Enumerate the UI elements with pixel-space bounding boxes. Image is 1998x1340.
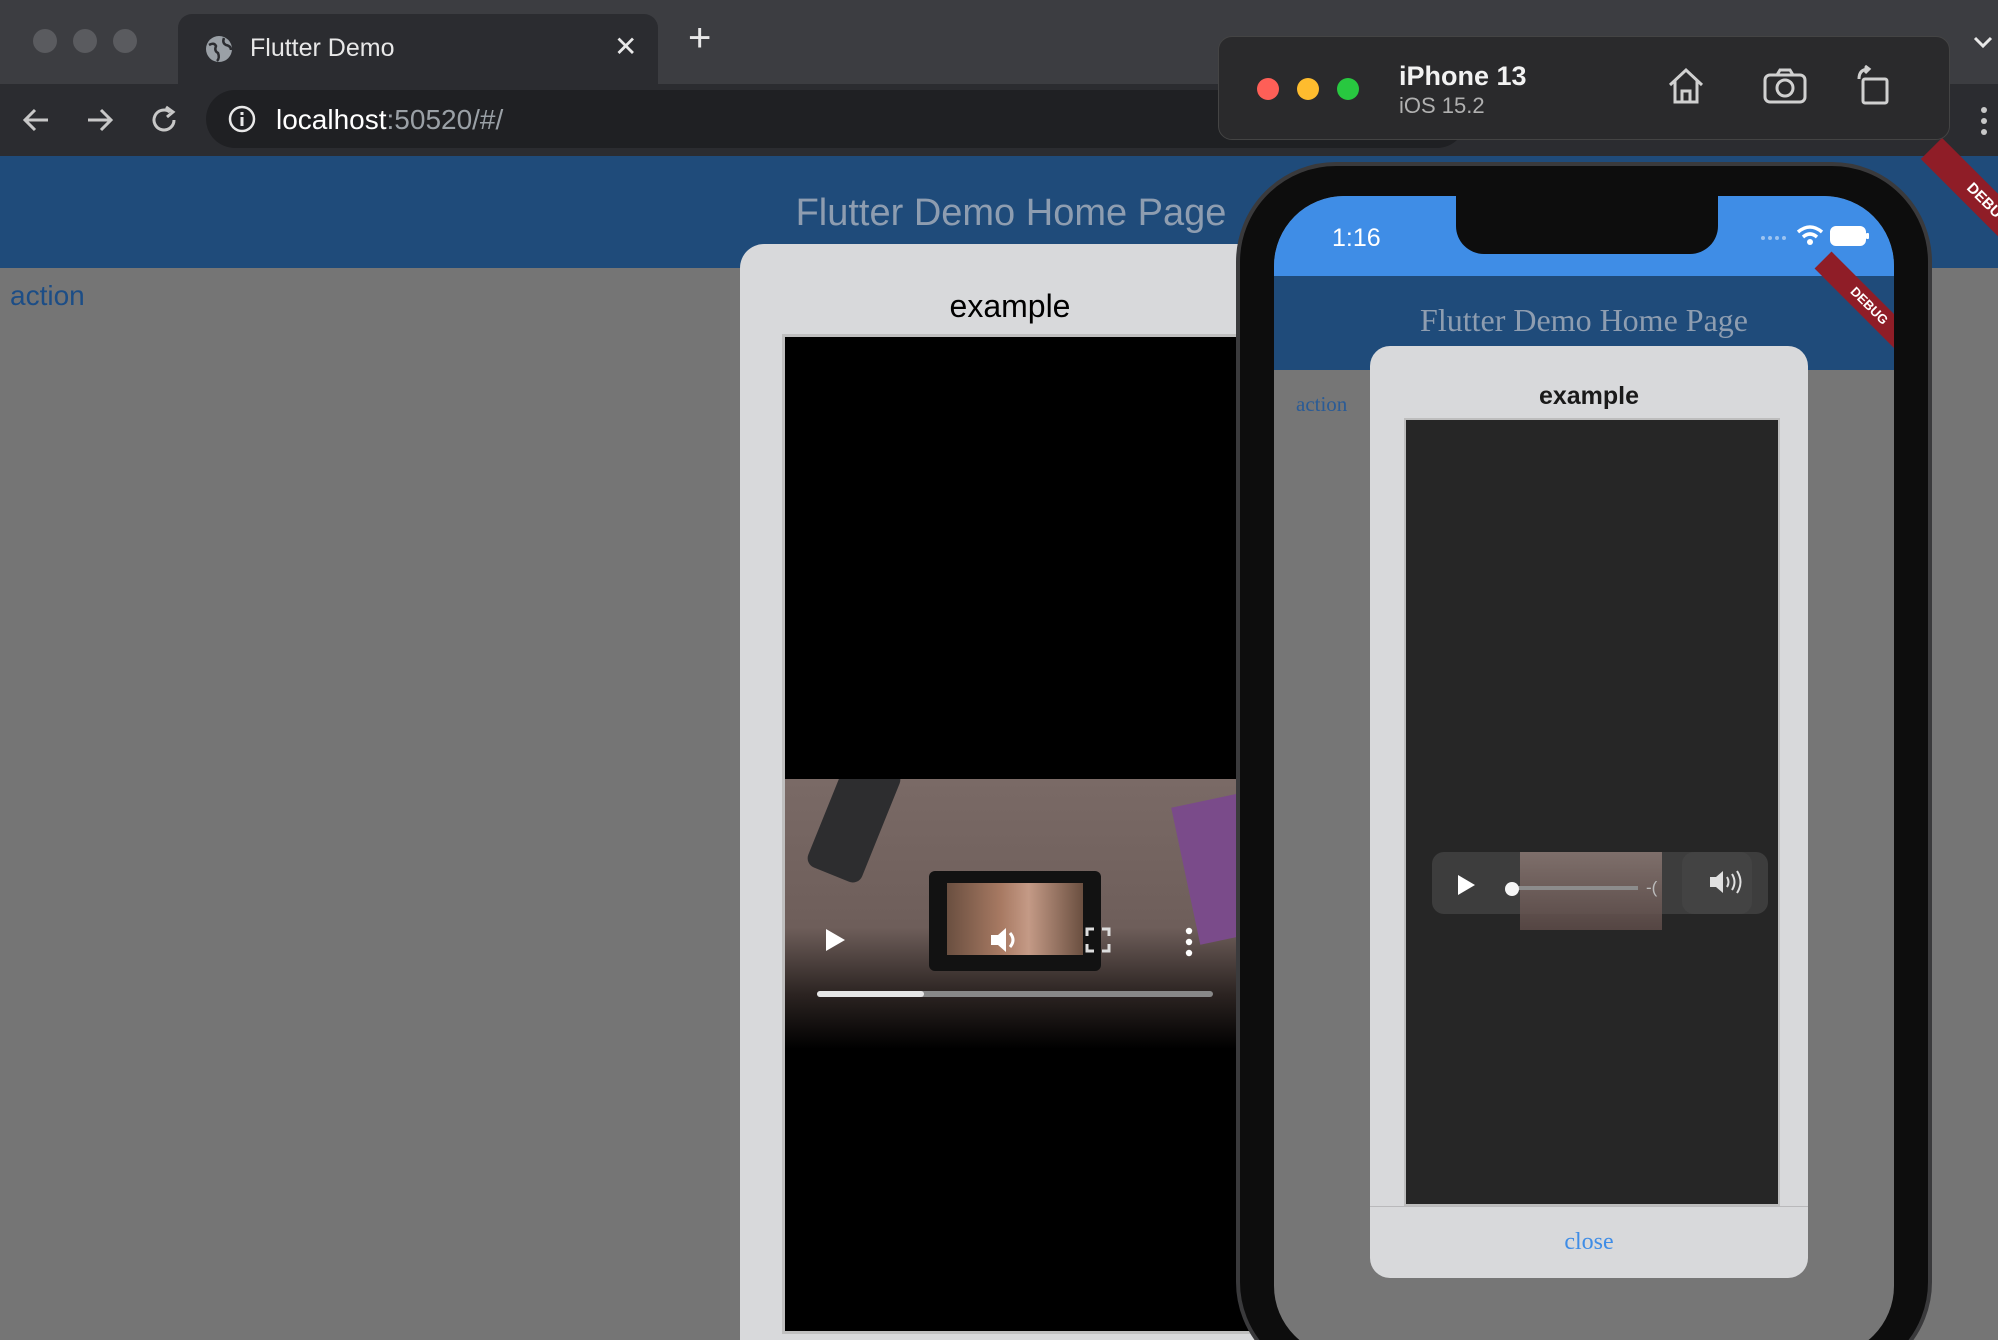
window-zoom-light[interactable] — [113, 29, 137, 53]
simulator-zoom-light[interactable] — [1337, 78, 1359, 100]
phone-dialog-actions: close — [1370, 1206, 1808, 1278]
simulator-device-name: iPhone 13 — [1399, 61, 1527, 91]
phone-volume-button[interactable] — [1682, 852, 1768, 914]
play-icon[interactable] — [823, 927, 847, 953]
screenshot-camera-icon[interactable] — [1763, 67, 1807, 105]
phone-video-player[interactable]: -( — [1404, 418, 1780, 1206]
tablet-image — [929, 871, 1101, 971]
tv-remote-image — [804, 779, 904, 886]
web-video-progress-bar[interactable] — [817, 991, 1213, 997]
phone-progress-track[interactable] — [1506, 886, 1638, 890]
iphone-frame: 1:16 Flutter Demo Home Page DEBUG action… — [1236, 162, 1932, 1340]
url-text: localhost:50520/#/ — [276, 104, 503, 136]
home-icon[interactable] — [1665, 65, 1707, 107]
phone-progress-knob[interactable] — [1504, 882, 1519, 896]
phone-video-thumbnail — [1520, 852, 1662, 930]
site-info-icon[interactable] — [228, 105, 256, 133]
phone-dialog-title: example — [1538, 382, 1640, 410]
back-arrow-icon[interactable] — [20, 104, 52, 136]
url-port-path: :50520/#/ — [386, 104, 504, 135]
forward-arrow-icon[interactable] — [84, 104, 116, 136]
tab-search-chevron-icon[interactable] — [1972, 34, 1994, 50]
phone-volume-icon — [1708, 868, 1746, 896]
phone-remaining-time: -( — [1646, 878, 1658, 897]
rotate-device-icon[interactable] — [1855, 65, 1893, 107]
more-options-icon[interactable] — [1185, 927, 1193, 957]
phone-app-title: Flutter Demo Home Page — [1420, 302, 1748, 338]
wifi-icon — [1796, 224, 1824, 246]
cellular-signal-icon — [1760, 234, 1790, 242]
new-tab-button[interactable]: + — [688, 18, 711, 58]
window-close-light[interactable] — [33, 29, 57, 53]
fullscreen-icon[interactable] — [1085, 927, 1111, 953]
phone-action-button[interactable]: action — [1296, 392, 1347, 417]
phone-time: 1:16 — [1332, 224, 1381, 252]
simulator-minimize-light[interactable] — [1297, 78, 1319, 100]
browser-menu-icon[interactable] — [1980, 106, 1988, 136]
web-video-progress-fill — [817, 991, 924, 997]
window-minimize-light[interactable] — [73, 29, 97, 53]
web-action-button[interactable]: action — [10, 280, 85, 312]
web-dialog-title: example — [949, 288, 1071, 324]
tab-title: Flutter Demo — [250, 34, 395, 62]
phone-play-icon[interactable] — [1456, 874, 1476, 896]
browser-tab-active[interactable]: Flutter Demo ✕ — [178, 14, 658, 84]
reload-icon[interactable] — [148, 104, 180, 136]
phone-notch — [1456, 196, 1718, 254]
battery-icon — [1830, 226, 1870, 246]
simulator-os-version: iOS 15.2 — [1399, 93, 1485, 118]
volume-icon[interactable] — [989, 925, 1021, 955]
url-host: localhost — [276, 104, 387, 135]
phone-dialog: example -(close — [1370, 346, 1808, 1278]
globe-icon — [204, 34, 234, 64]
simulator-close-light[interactable] — [1257, 78, 1279, 100]
iphone-screen: 1:16 Flutter Demo Home Page DEBUG action… — [1274, 196, 1894, 1340]
simulator-title-bar: iPhone 13 iOS 15.2 — [1218, 36, 1950, 140]
tab-close-icon[interactable]: ✕ — [614, 30, 637, 63]
close-button[interactable]: close — [1370, 1229, 1808, 1256]
screen-root: Flutter Demo ✕ + localhost:50520/#/ Flut… — [0, 0, 1998, 1340]
